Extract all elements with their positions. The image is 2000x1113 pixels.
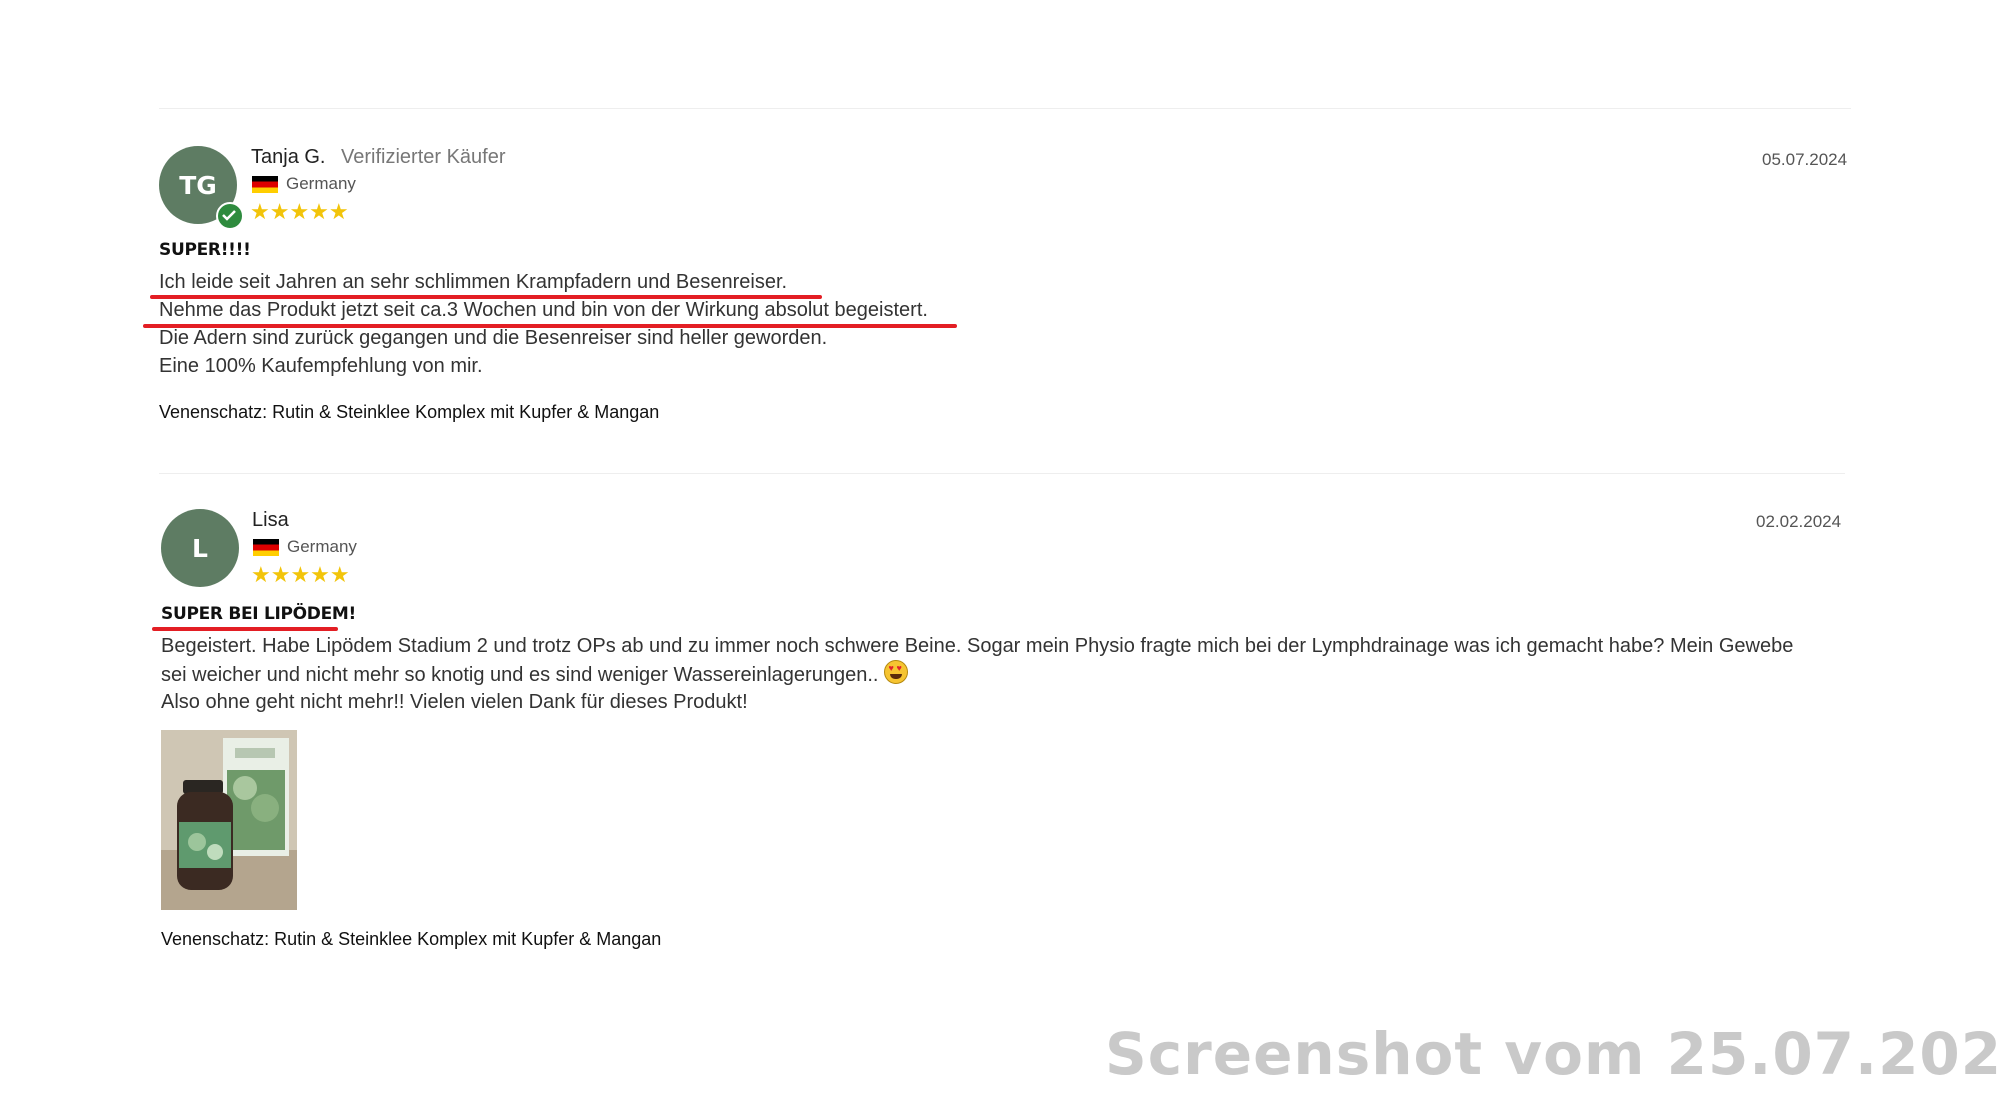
review-text-line: Eine 100% Kaufempfehlung von mir. bbox=[159, 355, 483, 377]
avatar: L bbox=[161, 509, 239, 587]
reviewed-product-link[interactable]: Venenschatz: Rutin & Steinklee Komplex m… bbox=[159, 402, 659, 423]
review-text-line: Begeistert. Habe Lipödem Stadium 2 und t… bbox=[161, 635, 1794, 657]
review-date: 02.02.2024 bbox=[1756, 512, 1842, 531]
verified-check-icon bbox=[216, 202, 244, 230]
reviewer-country: Germany bbox=[287, 537, 357, 556]
review-text-line: sei weicher und nicht mehr so knotig und… bbox=[161, 660, 909, 689]
star-rating: ★★★★★ bbox=[250, 199, 349, 224]
review-text-line: Nehme das Produkt jetzt seit ca.3 Wochen… bbox=[159, 299, 928, 321]
reviewer-name: Lisa bbox=[252, 509, 289, 531]
review-text-line: Also ohne geht nicht mehr!! Vielen viele… bbox=[161, 691, 748, 713]
review-text-line: Die Adern sind zurück gegangen und die B… bbox=[159, 327, 828, 349]
review-photo-thumbnail[interactable] bbox=[161, 730, 297, 910]
heart-eyes-emoji-icon bbox=[884, 660, 909, 684]
reviewer-country: Germany bbox=[286, 174, 356, 193]
highlight-underline bbox=[150, 295, 822, 299]
highlight-underline bbox=[152, 627, 338, 631]
divider-middle bbox=[159, 473, 1845, 474]
divider-top bbox=[159, 108, 1851, 109]
avatar-initials: L bbox=[192, 533, 208, 563]
review-text-line-part: sei weicher und nicht mehr so knotig und… bbox=[161, 664, 879, 686]
screenshot-date-watermark: Screenshot vom 25.07.2025 bbox=[1105, 1020, 2000, 1088]
verified-buyer-label: Verifizierter Käufer bbox=[341, 146, 506, 168]
reviewed-product-link[interactable]: Venenschatz: Rutin & Steinklee Komplex m… bbox=[161, 929, 661, 950]
star-rating: ★★★★★ bbox=[251, 562, 350, 587]
avatar-initials: TG bbox=[179, 170, 217, 200]
highlight-underline bbox=[143, 324, 957, 328]
germany-flag-icon bbox=[253, 539, 279, 556]
review-date: 05.07.2024 bbox=[1762, 150, 1848, 169]
review-text-line: Ich leide seit Jahren an sehr schlimmen … bbox=[159, 271, 788, 293]
germany-flag-icon bbox=[252, 176, 278, 193]
review-title: SUPER BEI LIPÖDEM! bbox=[161, 604, 357, 624]
review-title: SUPER!!!! bbox=[159, 240, 251, 260]
reviewer-name: Tanja G. bbox=[251, 146, 326, 168]
